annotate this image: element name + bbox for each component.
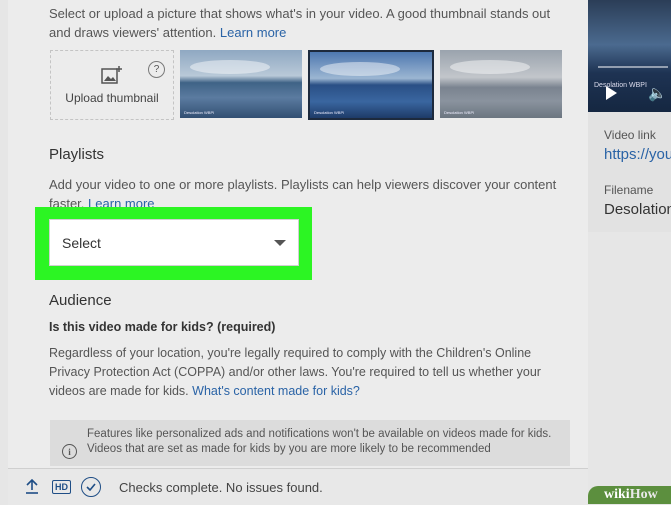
dropdown-arrow-icon <box>274 239 286 246</box>
add-image-icon <box>101 66 122 84</box>
upload-icon[interactable] <box>22 477 42 497</box>
kids-notice-box: i Features like personalized ads and not… <box>50 420 570 466</box>
volume-icon[interactable]: 🔈 <box>648 84 667 102</box>
audience-heading: Audience <box>49 292 112 309</box>
thumbnail-caption: Desolation WBPI <box>444 110 475 115</box>
playlist-select-label: Select <box>62 234 101 251</box>
checkmark-icon <box>86 483 96 491</box>
video-info-panel: Desolation WBPI 🔈 Video link https://you… <box>588 0 671 232</box>
video-link-label: Video link <box>604 128 656 142</box>
playlists-heading: Playlists <box>49 146 105 163</box>
thumbnail-cloud <box>190 60 270 74</box>
thumbnail-learn-more-link[interactable]: Learn more <box>220 25 286 40</box>
help-icon[interactable]: ? <box>148 61 165 78</box>
thumbnail-option-2-selected[interactable]: Desolation WBPI <box>308 50 434 120</box>
play-icon[interactable] <box>606 86 617 100</box>
thumbnail-description: Select or upload a picture that shows wh… <box>49 4 569 42</box>
info-icon: i <box>62 444 77 459</box>
upload-arrow-icon <box>26 479 38 494</box>
playlist-select-dropdown[interactable]: Select <box>49 219 299 266</box>
thumbnail-cloud <box>320 62 400 76</box>
watermark-how: How <box>629 487 658 502</box>
thumbnail-caption: Desolation WBPI <box>184 110 215 115</box>
hd-icon[interactable]: HD <box>52 480 71 494</box>
thumbnail-description-text: Select or upload a picture that shows wh… <box>49 6 551 40</box>
thumbnail-cloud <box>450 60 530 74</box>
upload-thumbnail-label: Upload thumbnail <box>65 91 159 105</box>
checks-complete-icon[interactable] <box>81 477 101 497</box>
thumbnail-option-1[interactable]: Desolation WBPI <box>180 50 302 118</box>
checks-status-text: Checks complete. No issues found. <box>119 479 323 495</box>
made-for-kids-question: Is this video made for kids? (required) <box>49 320 276 334</box>
video-preview-caption: Desolation WBPI <box>594 82 647 89</box>
audience-description: Regardless of your location, you're lega… <box>49 344 569 401</box>
video-link-url[interactable]: https://you <box>604 146 671 163</box>
wikihow-watermark: wiki How <box>588 486 671 504</box>
thumbnail-option-3[interactable]: Desolation WBPI <box>440 50 562 118</box>
video-progress-bar[interactable] <box>598 66 668 68</box>
watermark-wiki: wiki <box>604 487 630 502</box>
status-footer: HD Checks complete. No issues found. <box>8 468 588 505</box>
filename-label: Filename <box>604 183 654 197</box>
video-preview[interactable]: Desolation WBPI 🔈 <box>588 0 671 112</box>
thumbnail-caption: Desolation WBPI <box>314 110 345 115</box>
filename-value: Desolation <box>604 201 671 218</box>
kids-notice-text: Features like personalized ads and notif… <box>87 428 552 455</box>
kids-content-link[interactable]: What's content made for kids? <box>192 384 360 398</box>
